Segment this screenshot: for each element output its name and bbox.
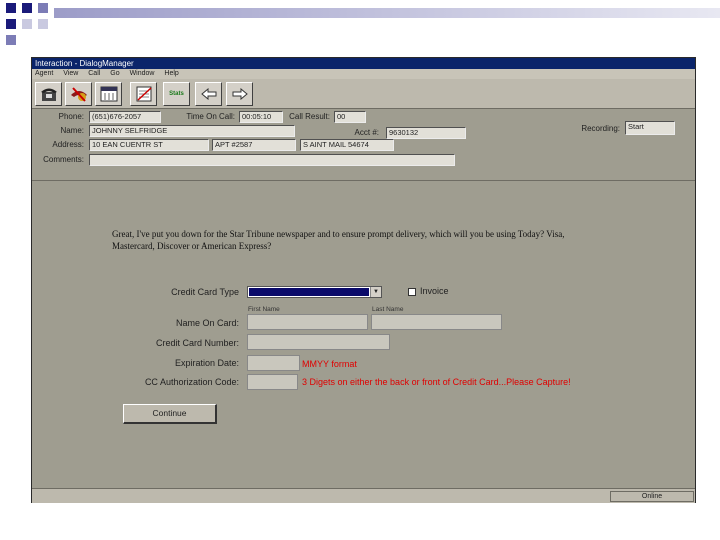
- phone-label: Phone:: [58, 112, 84, 121]
- phone-field[interactable]: (651)676-2057: [89, 111, 161, 123]
- status-indicator: Online: [610, 491, 694, 502]
- cc-number-input[interactable]: [247, 334, 390, 350]
- name-field[interactable]: JOHNNY SELFRIDGE: [89, 125, 295, 137]
- header-divider: [32, 180, 695, 181]
- decorative-square: [6, 3, 16, 13]
- name-on-card-label: Name On Card:: [175, 318, 239, 328]
- calendar-icon: [100, 86, 117, 102]
- expiration-note: MMYY format: [302, 359, 357, 369]
- chevron-down-icon[interactable]: ▼: [370, 287, 381, 297]
- stats-button[interactable]: Stats: [163, 82, 190, 106]
- expiration-label: Expiration Date:: [174, 358, 239, 368]
- recording-label: Recording:: [581, 124, 620, 133]
- comments-field[interactable]: [89, 154, 455, 166]
- acct-field: 9630132: [386, 127, 466, 139]
- last-name-label: Last Name: [372, 306, 404, 313]
- schedule-button[interactable]: [95, 82, 122, 106]
- toolbar: Stats: [32, 79, 695, 109]
- decorative-square: [22, 3, 32, 13]
- recording-field[interactable]: Start: [625, 121, 675, 135]
- decorative-bar: [38, 19, 48, 29]
- time-on-call-field: 00:05:10: [239, 111, 283, 123]
- menu-call[interactable]: Call: [88, 69, 100, 79]
- menu-bar: Agent View Call Go Window Help: [32, 69, 695, 79]
- app-window: Interaction - DialogManager Agent View C…: [31, 57, 696, 503]
- name-label: Name:: [60, 126, 84, 135]
- decorative-square: [6, 35, 16, 45]
- menu-window[interactable]: Window: [130, 69, 155, 79]
- decorative-square: [22, 19, 32, 29]
- menu-go[interactable]: Go: [110, 69, 119, 79]
- invoice-label: Invoice: [420, 286, 449, 296]
- cc-type-label: Credit Card Type: [171, 287, 239, 297]
- call-result-field[interactable]: 00: [334, 111, 366, 123]
- forward-button[interactable]: [226, 82, 253, 106]
- decorative-square: [38, 3, 48, 13]
- comments-label: Comments:: [43, 155, 84, 164]
- menu-agent[interactable]: Agent: [35, 69, 53, 79]
- hangup-icon: [70, 87, 87, 102]
- arrow-left-icon: [200, 88, 216, 100]
- invoice-checkbox[interactable]: [408, 288, 416, 296]
- menu-help[interactable]: Help: [164, 69, 178, 79]
- window-title: Interaction - DialogManager: [32, 58, 695, 69]
- decorative-bar: [54, 8, 720, 18]
- auth-code-note: 3 Digets on either the back or front of …: [302, 377, 571, 387]
- cc-number-label: Credit Card Number:: [155, 338, 239, 348]
- apt-field[interactable]: APT #2587: [212, 139, 296, 151]
- continue-button[interactable]: Continue: [123, 404, 217, 424]
- auth-code-input[interactable]: [247, 374, 298, 390]
- notepad-icon: [136, 86, 152, 102]
- city-field[interactable]: S AINT MAIL 54674: [300, 139, 394, 151]
- last-name-input[interactable]: [371, 314, 502, 330]
- call-result-label: Call Result:: [289, 112, 330, 121]
- slide: Interaction - DialogManager Agent View C…: [0, 0, 720, 540]
- status-bar: Online: [32, 488, 695, 503]
- address-field[interactable]: 10 EAN CUENTR ST: [89, 139, 209, 151]
- cc-type-selected: [249, 288, 369, 296]
- expiration-input[interactable]: [247, 355, 300, 371]
- arrow-right-icon: [232, 88, 248, 100]
- first-name-label: First Name: [248, 306, 280, 313]
- decorative-square: [6, 19, 16, 29]
- first-name-input[interactable]: [247, 314, 368, 330]
- menu-view[interactable]: View: [63, 69, 78, 79]
- phone-button[interactable]: [35, 82, 62, 106]
- auth-code-label: CC Authorization Code:: [144, 377, 239, 387]
- cc-type-select[interactable]: ▼: [247, 286, 382, 298]
- acct-label: Acct #:: [354, 128, 379, 137]
- notes-button[interactable]: [130, 82, 157, 106]
- time-on-call-label: Time On Call:: [186, 112, 235, 121]
- stats-label: Stats: [169, 91, 184, 97]
- agent-script: Great, I've put you down for the Star Tr…: [112, 229, 565, 251]
- back-button[interactable]: [195, 82, 222, 106]
- hangup-button[interactable]: [65, 82, 92, 106]
- address-label: Address:: [52, 140, 84, 149]
- phone-icon: [40, 88, 57, 101]
